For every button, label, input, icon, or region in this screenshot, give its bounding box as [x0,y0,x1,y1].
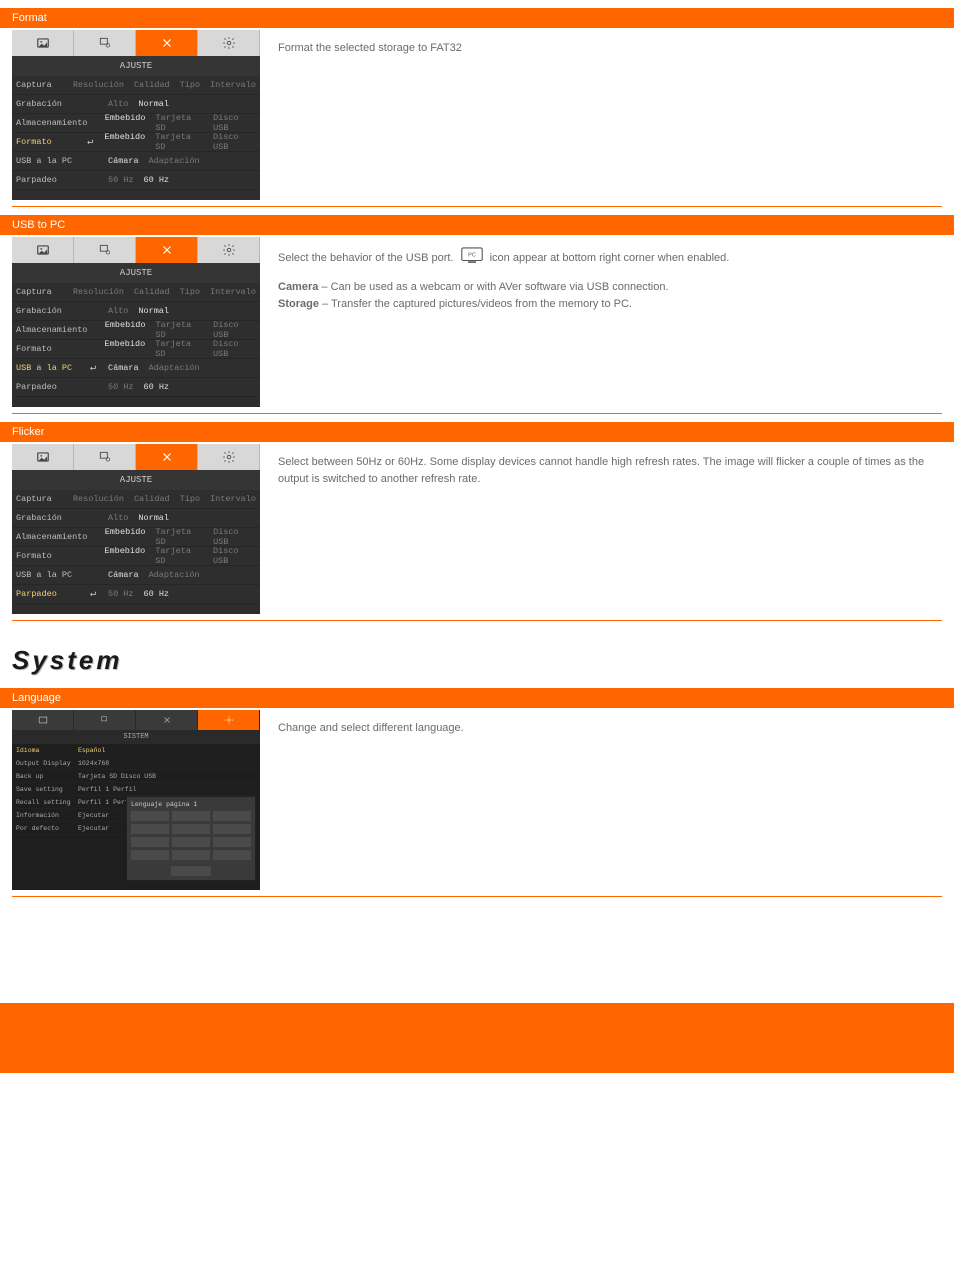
desc-format: Format the selected storage to FAT32 [278,30,942,57]
tab-image-icon [12,710,74,730]
tab-gear-icon [198,710,260,730]
divider [12,896,942,897]
tab-tools-icon [136,710,198,730]
desc-flicker: Select between 50Hz or 60Hz. Some displa… [278,444,942,488]
tab-gear-icon [198,444,260,470]
svg-text:PC: PC [468,253,476,259]
desc-usbpc: Select the behavior of the USB port. PC … [278,237,942,313]
footer-band [0,1003,954,1073]
divider [12,413,942,414]
language-popup: Lenguaje página 1 [126,796,256,881]
menu-box: AJUSTE CapturaResoluciónCalidadTipoInter… [12,30,260,200]
screenshot-language: SISTEM IdiomaEspañol Output Display1024x… [12,710,260,890]
tab-image-icon [12,30,74,56]
menu-row-formato: Formato↵EmbebidoTarjeta SDDisco USB [12,133,260,152]
divider [12,206,942,207]
usbpc-text-a: Select the behavior of the USB port. [278,252,457,264]
enter-icon: ↵ [87,136,104,148]
usbpc-text-b: icon appear at bottom right corner when … [490,252,730,264]
divider [12,620,942,621]
sys-row-save: Save settingPerfil 1 Perfil [12,783,260,796]
lang-option [131,811,169,821]
sys-row-idioma: IdiomaEspañol [12,744,260,757]
section-band-format: Format [0,8,954,28]
menu-row-parpadeo: Parpadeo50 Hz60 Hz [12,171,260,190]
row-usbpc: AJUSTE CapturaResoluciónCalidadTipoInter… [0,237,954,407]
tab-gear-icon [198,30,260,56]
usbpc-opt-camera: Camera – Can be used as a webcam or with… [278,279,942,296]
tab-tools-icon [136,444,198,470]
tab-presenter-icon [74,444,136,470]
tab-tools-icon [136,30,198,56]
tab-image-icon [12,444,74,470]
menu-row-usbpc: USB a la PCCámaraAdaptación [12,152,260,171]
tab-presenter-icon [74,237,136,263]
pc-icon: PC [461,247,483,269]
menu-row-usbpc-sel: USB a la PC↵CámaraAdaptación [12,359,260,378]
lang-more [171,866,211,876]
system-menu-box: SISTEM IdiomaEspañol Output Display1024x… [12,710,260,890]
sys-row-output: Output Display1024x768 [12,757,260,770]
menu-box: AJUSTE CapturaResoluciónCalidadTipoInter… [12,237,260,407]
row-format: AJUSTE CapturaResoluciónCalidadTipoInter… [0,30,954,200]
enter-icon: ↵ [90,362,108,374]
menu-row-grabacion: GrabaciónAltoNormal [12,95,260,114]
menu-box: AJUSTE CapturaResoluciónCalidadTipoInter… [12,444,260,614]
screenshot-format: AJUSTE CapturaResoluciónCalidadTipoInter… [12,30,260,200]
usbpc-opt-storage: Storage – Transfer the captured pictures… [278,296,942,313]
tab-tools-icon [136,237,198,263]
screenshot-flicker: AJUSTE CapturaResoluciónCalidadTipoInter… [12,444,260,614]
screenshot-usbpc: AJUSTE CapturaResoluciónCalidadTipoInter… [12,237,260,407]
section-band-usbpc: USB to PC [0,215,954,235]
section-band-flicker: Flicker [0,422,954,442]
row-flicker: AJUSTE CapturaResoluciónCalidadTipoInter… [0,444,954,614]
menu-row-captura: CapturaResoluciónCalidadTipoIntervalo [12,76,260,95]
section-band-language: Language [0,688,954,708]
menu-row-almacenamiento: AlmacenamientoEmbebidoTarjeta SDDisco US… [12,114,260,133]
menu-tab-row [12,30,260,56]
tab-gear-icon [198,237,260,263]
heading-system: System [0,627,954,680]
row-language: SISTEM IdiomaEspañol Output Display1024x… [0,710,954,890]
desc-language: Change and select different language. [278,710,942,737]
document-page: Format AJUSTE CapturaResoluciónCalidadTi… [0,8,954,963]
tab-image-icon [12,237,74,263]
enter-icon: ↵ [90,588,108,600]
menu-row-parpadeo-sel: Parpadeo↵50 Hz60 Hz [12,585,260,604]
sys-row-backup: Back upTarjeta SD Disco USB [12,770,260,783]
tab-presenter-icon [74,30,136,56]
tab-presenter-icon [74,710,136,730]
menu-title: AJUSTE [12,56,260,76]
